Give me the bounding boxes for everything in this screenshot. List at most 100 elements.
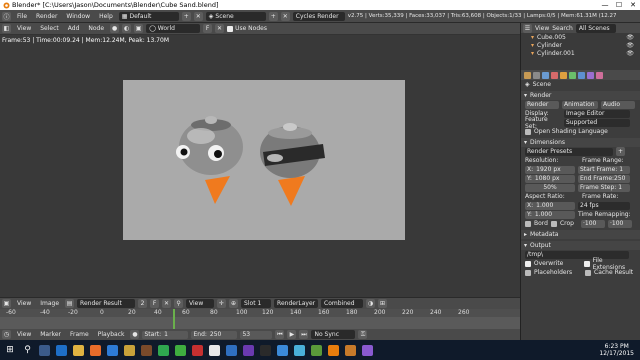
world-tab-icon[interactable]: [551, 71, 558, 79]
frame-rate-selector[interactable]: 24 fps: [578, 201, 630, 210]
blender-taskbar-icon[interactable]: [328, 344, 339, 356]
menu-playback[interactable]: Playback: [95, 331, 128, 338]
menu-image[interactable]: Image: [37, 300, 62, 307]
layers-tab-icon[interactable]: [533, 71, 540, 79]
editor-type-icon[interactable]: ▣: [2, 299, 11, 308]
aspect-y-field[interactable]: Y: 1.000: [525, 210, 575, 219]
render-tab-icon[interactable]: [524, 71, 531, 79]
outliner-search-menu[interactable]: Search: [552, 25, 573, 32]
resolution-percentage-field[interactable]: 50%: [525, 183, 575, 192]
start-frame-field[interactable]: Start: 1: [142, 330, 189, 339]
menu-file[interactable]: File: [14, 13, 30, 20]
app-icon[interactable]: [277, 344, 288, 356]
file-extensions-checkbox[interactable]: [583, 260, 590, 267]
start-button-icon[interactable]: ⊞: [4, 344, 16, 356]
display-channels-icon[interactable]: ◑: [366, 299, 376, 308]
image-browse-icon[interactable]: ▤: [65, 299, 75, 308]
scene-remove-button[interactable]: ✕: [280, 11, 290, 21]
frame-step-field[interactable]: Frame Step: 1: [578, 183, 630, 192]
current-frame-field[interactable]: 53: [240, 330, 273, 339]
image-fake-user[interactable]: F: [150, 299, 160, 308]
visibility-icon[interactable]: 👁: [626, 42, 634, 49]
timeline-playhead[interactable]: [173, 309, 175, 329]
image-selector[interactable]: Render Result: [77, 299, 136, 308]
border-checkbox[interactable]: [525, 220, 531, 227]
editor-type-icon[interactable]: ◧: [2, 24, 11, 33]
menu-add[interactable]: Add: [65, 25, 83, 32]
app-icon[interactable]: [158, 344, 169, 356]
edge-browser-icon[interactable]: [56, 344, 67, 356]
world-fake-user[interactable]: F: [203, 24, 213, 33]
resolution-y-field[interactable]: Y: 1080 px: [525, 174, 575, 183]
image-options-icon[interactable]: ⊞: [378, 299, 388, 308]
render-presets-selector[interactable]: Render Presets: [525, 147, 613, 156]
editor-type-icon[interactable]: ⓘ: [2, 11, 11, 21]
material-tab-icon[interactable]: [596, 71, 603, 79]
outliner-item[interactable]: ▾ Cylinder.001 👁: [521, 49, 640, 57]
keying-icon[interactable]: ⚿: [358, 330, 368, 339]
visibility-icon[interactable]: 👁: [626, 50, 634, 57]
render-layer-selector[interactable]: RenderLayer: [274, 299, 319, 308]
feature-set-selector[interactable]: Supported: [564, 118, 630, 127]
end-frame-field[interactable]: End: 250: [191, 330, 238, 339]
taskbar-clock[interactable]: 6:23 PM 12/17/2015: [599, 343, 634, 357]
preset-add-button[interactable]: +: [616, 147, 625, 156]
menu-window[interactable]: Window: [63, 13, 93, 20]
texture-type-icon[interactable]: ▣: [134, 24, 144, 33]
render-panel-header[interactable]: ▾ Render: [521, 91, 640, 100]
view-mode-selector[interactable]: View: [186, 299, 215, 308]
outliner-item[interactable]: ▾ Cube.005 👁: [521, 33, 640, 41]
use-nodes-checkbox[interactable]: [227, 25, 234, 32]
app-icon[interactable]: [311, 344, 322, 356]
resolution-x-field[interactable]: X: 1920 px: [525, 165, 575, 174]
spotify-icon[interactable]: [175, 344, 186, 356]
metadata-panel-header[interactable]: ▸ Metadata: [521, 230, 640, 239]
remap-new-field[interactable]: ·100: [607, 219, 632, 228]
scene-tab-icon[interactable]: [542, 71, 549, 79]
world-selector[interactable]: ◯ World: [146, 24, 201, 33]
play-icon[interactable]: ▶: [287, 330, 297, 339]
editor-type-icon[interactable]: ☰: [523, 23, 532, 33]
image-unlink[interactable]: ✕: [162, 299, 172, 308]
record-icon[interactable]: ●: [130, 330, 140, 339]
output-panel-header[interactable]: ▾ Output: [521, 241, 640, 250]
placeholders-checkbox[interactable]: [525, 269, 531, 276]
render-pass-selector[interactable]: Combined: [321, 299, 364, 308]
app-icon[interactable]: [124, 344, 135, 356]
image-users-count[interactable]: 2: [138, 299, 148, 308]
app-icon[interactable]: [243, 344, 254, 356]
menu-select[interactable]: Select: [37, 25, 62, 32]
audio-button[interactable]: Audio: [601, 100, 635, 109]
editor-type-icon[interactable]: ◷: [2, 330, 11, 339]
jump-start-icon[interactable]: ⏮: [275, 330, 285, 339]
display-selector[interactable]: Image Editor: [564, 109, 630, 118]
outliner-display-selector[interactable]: All Scenes: [575, 23, 616, 33]
app-icon[interactable]: [226, 344, 237, 356]
outliner-item[interactable]: ▾ Cylinder 👁: [521, 41, 640, 49]
snap-icon[interactable]: ⊕: [229, 299, 239, 308]
scene-add-button[interactable]: +: [268, 11, 278, 21]
sync-mode-selector[interactable]: No Sync: [311, 330, 356, 339]
menu-marker[interactable]: Marker: [37, 331, 64, 338]
menu-view[interactable]: View: [14, 25, 34, 32]
app-icon[interactable]: [294, 344, 305, 356]
use-nodes-toggle[interactable]: Use Nodes: [227, 25, 267, 32]
world-type-icon[interactable]: ◐: [122, 24, 132, 33]
visibility-icon[interactable]: 👁: [626, 34, 634, 41]
shader-type-icon[interactable]: ●: [110, 24, 120, 33]
search-icon[interactable]: ⚲: [22, 345, 33, 356]
render-engine-selector[interactable]: Cycles Render: [292, 11, 345, 21]
app-icon[interactable]: [192, 344, 203, 356]
app-icon[interactable]: [345, 344, 356, 356]
data-tab-icon[interactable]: [587, 71, 594, 79]
menu-node[interactable]: Node: [85, 25, 107, 32]
menu-render[interactable]: Render: [33, 13, 60, 20]
menu-view[interactable]: View: [14, 300, 34, 307]
world-unlink[interactable]: ✕: [215, 24, 225, 33]
firefox-icon[interactable]: [90, 344, 101, 356]
maximize-button[interactable]: ☐: [612, 0, 626, 10]
modifiers-tab-icon[interactable]: [578, 71, 585, 79]
file-explorer-icon[interactable]: [73, 344, 84, 356]
store-icon[interactable]: [107, 344, 118, 356]
osl-checkbox[interactable]: [525, 128, 531, 135]
